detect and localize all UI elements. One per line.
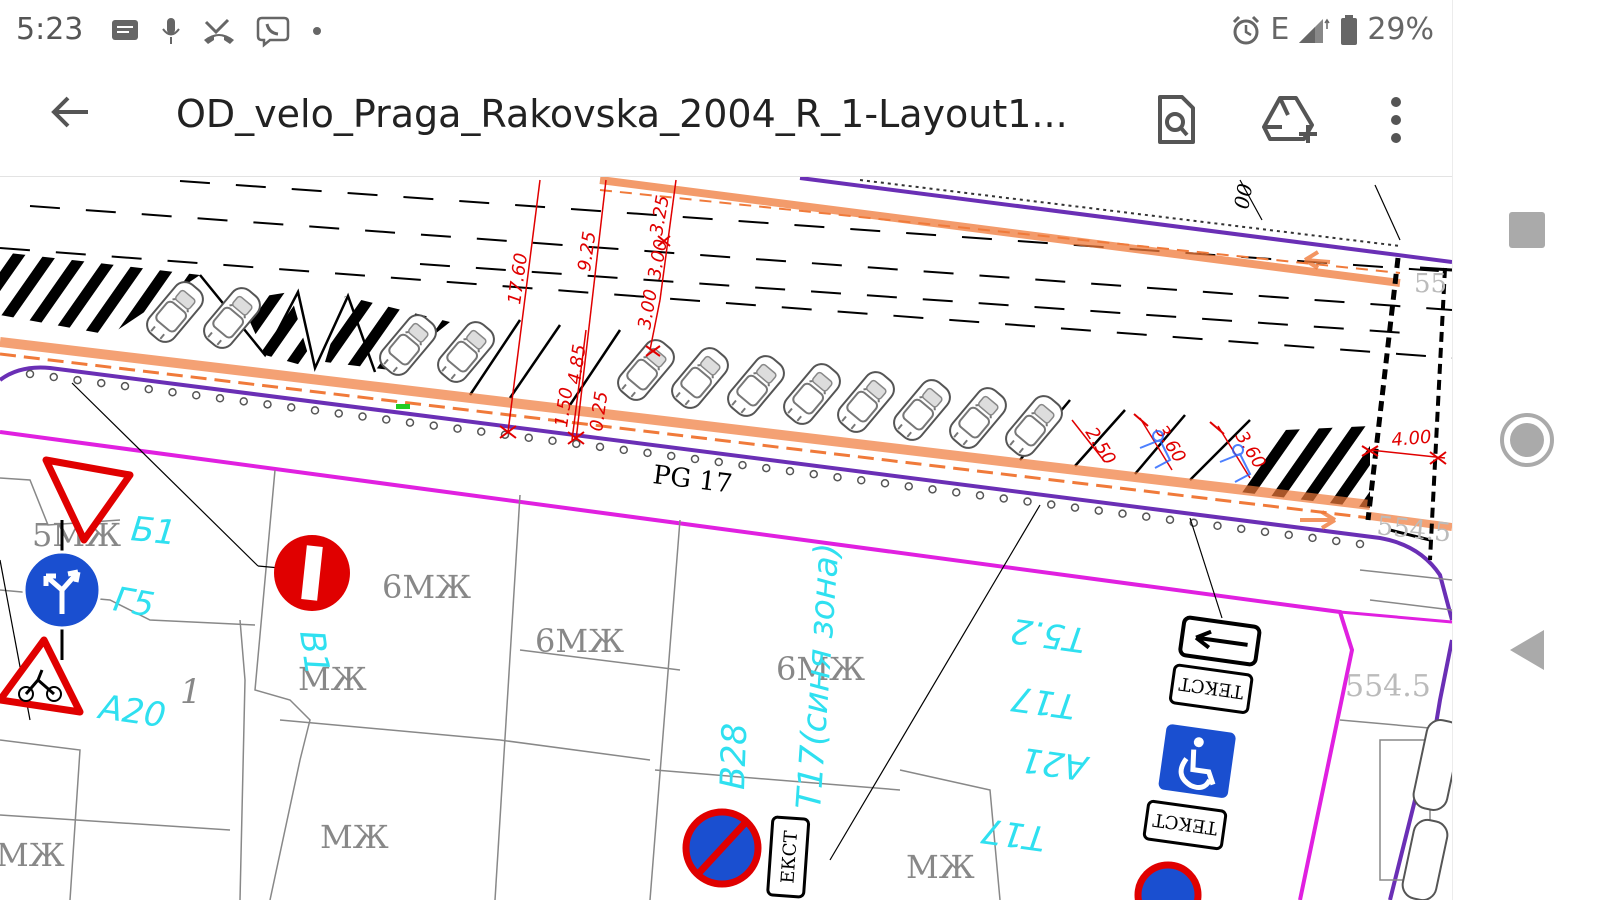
viber-icon: [256, 16, 290, 48]
no-parking-sign-icon: [1134, 861, 1202, 900]
back-triangle-icon: [1510, 630, 1544, 670]
more-options-button[interactable]: [1366, 90, 1426, 150]
sign-code: В28: [713, 722, 755, 790]
zone-label: МЖ: [0, 836, 65, 874]
dim-3-00-a: 3.00: [644, 238, 672, 281]
text-plate-sign: ТЕКСТ: [1142, 799, 1228, 851]
dim-4-00: 4.00: [1391, 427, 1433, 451]
no-entry-sign-icon: [274, 535, 350, 611]
battery-percent: 29%: [1367, 12, 1434, 47]
pg17-label: PG 17: [651, 460, 734, 499]
system-nav-bar: [1452, 0, 1600, 900]
signal-icon: [1299, 18, 1330, 43]
network-type: E: [1270, 12, 1290, 47]
bicycle-warning-sign-icon: [0, 636, 84, 716]
sign-code: А21: [1018, 739, 1091, 788]
alarm-icon: [1233, 15, 1260, 44]
elevation-label: 554.5: [1375, 511, 1452, 549]
back-button[interactable]: [40, 90, 100, 150]
zone-label: 6МЖ: [535, 622, 624, 660]
zone-label: МЖ: [906, 848, 975, 886]
no-parking-sign-icon: [682, 808, 762, 888]
one-way-sign-icon: [1178, 615, 1262, 667]
elevation-label: 55: [1414, 269, 1447, 299]
sign-code: Б1: [129, 509, 178, 553]
recents-button[interactable]: [1487, 190, 1567, 270]
dim-17-60: 17.60: [504, 252, 532, 306]
dim-2-50: 2.50: [1081, 424, 1120, 469]
sign-code: Т5.2: [1008, 610, 1088, 660]
message-icon: [112, 20, 138, 40]
home-button[interactable]: [1487, 400, 1567, 480]
mic-icon: [162, 18, 180, 44]
more-vert-icon: [1391, 97, 1401, 143]
status-time: 5:23: [16, 12, 84, 47]
dim-3-00-b: 3.00: [634, 288, 662, 331]
missed-call-icon: [204, 18, 234, 44]
find-in-page-icon: [1158, 95, 1195, 144]
zone-label: МЖ: [320, 818, 389, 856]
text-plate-sign: ЕКСТ: [766, 815, 811, 899]
zone-label: 6МЖ: [382, 568, 471, 606]
status-bar: 5:23 E 29%: [0, 0, 1452, 62]
cad-drawing: 17.60 9.25 3.25 3.00 3.00 4.85 1.50 0.25…: [0, 177, 1452, 900]
home-circle-icon: [1500, 413, 1554, 467]
sign-code: Г5: [110, 579, 157, 625]
text-plate-sign: ТЕКСТ: [1169, 663, 1254, 714]
svg-text:ЕКСТ: ЕКСТ: [777, 830, 802, 884]
sign-code: Т17: [1009, 678, 1078, 727]
recents-square-icon: [1509, 212, 1545, 248]
battery-icon: [1341, 14, 1358, 45]
document-title: OD_velo_Praga_Rakovska_2004_R_1-Layout1.…: [176, 92, 1068, 136]
sign-code: А20: [95, 687, 168, 736]
app-toolbar: OD_velo_Praga_Rakovska_2004_R_1-Layout1.…: [0, 62, 1452, 177]
elevation-label: 554.5: [1345, 669, 1431, 704]
document-viewer[interactable]: 17.60 9.25 3.25 3.00 3.00 4.85 1.50 0.25…: [0, 177, 1452, 900]
add-to-drive-button[interactable]: [1262, 90, 1322, 150]
find-in-page-button[interactable]: [1146, 90, 1206, 150]
add-to-drive-icon: [1262, 96, 1317, 143]
edge-number: 00: [1229, 181, 1257, 211]
lot-number: 1: [180, 672, 202, 712]
system-back-button[interactable]: [1487, 610, 1567, 690]
dot-icon: [313, 27, 321, 35]
sign-code: Т17: [979, 810, 1048, 859]
sign-code: В1: [291, 628, 337, 678]
disabled-parking-sign-icon: [1158, 724, 1236, 798]
back-arrow-icon: [51, 96, 88, 128]
